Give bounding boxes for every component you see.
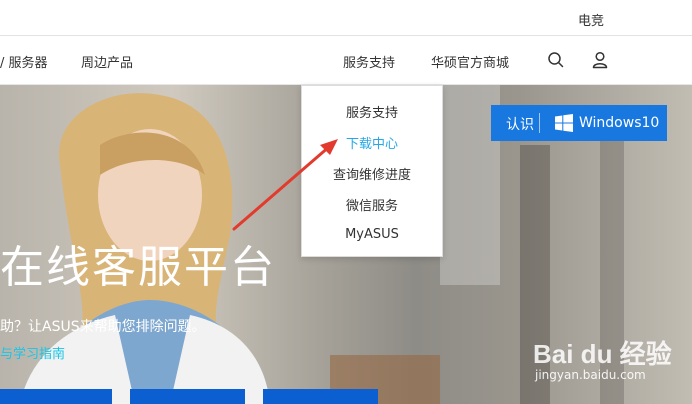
nav-item-peripherals[interactable]: 周边产品: [81, 52, 133, 71]
windows-logo-icon: [555, 114, 573, 136]
learning-guide-link[interactable]: 与学习指南: [0, 343, 65, 362]
badge-product: Windows10: [579, 115, 660, 131]
dropdown-item-wechat[interactable]: 微信服务: [302, 195, 442, 214]
dropdown-item-support[interactable]: 服务支持: [302, 102, 442, 121]
hero-button-3[interactable]: [263, 389, 378, 404]
user-icon[interactable]: [590, 50, 610, 70]
esports-link[interactable]: 电竞: [578, 10, 604, 29]
watermark-brand: Bai du 经验: [533, 339, 672, 369]
dropdown-item-repair-status[interactable]: 查询维修进度: [302, 164, 442, 183]
hero-button-1[interactable]: [0, 389, 112, 404]
dropdown-item-myasus[interactable]: MyASUS: [302, 227, 442, 242]
support-dropdown: 服务支持 下载中心 查询维修进度 微信服务 MyASUS: [301, 85, 443, 257]
nav-item-store[interactable]: 华硕官方商城: [431, 52, 509, 71]
windows10-badge[interactable]: 认识 Windows10: [491, 105, 667, 141]
dropdown-item-download-center[interactable]: 下载中心: [302, 133, 442, 152]
badge-label: 认识: [506, 117, 534, 133]
search-icon[interactable]: [546, 50, 566, 70]
nav-item-support[interactable]: 服务支持: [343, 52, 396, 88]
main-nav: / 服务器 周边产品 服务支持 华硕官方商城: [0, 36, 692, 88]
hero-subtitle: 助？让ASUS来帮助您排除问题。: [0, 319, 206, 335]
hero-button-2[interactable]: [130, 389, 245, 404]
nav-item-servers[interactable]: / 服务器: [0, 52, 48, 71]
hero-title: 在线客服平台: [0, 242, 276, 293]
baidu-watermark: Bai du 经验 jingyan.baidu.com: [533, 330, 683, 390]
top-utility-bar: 电竞: [0, 0, 692, 36]
badge-divider: [539, 113, 540, 133]
watermark-site: jingyan.baidu.com: [535, 368, 646, 382]
